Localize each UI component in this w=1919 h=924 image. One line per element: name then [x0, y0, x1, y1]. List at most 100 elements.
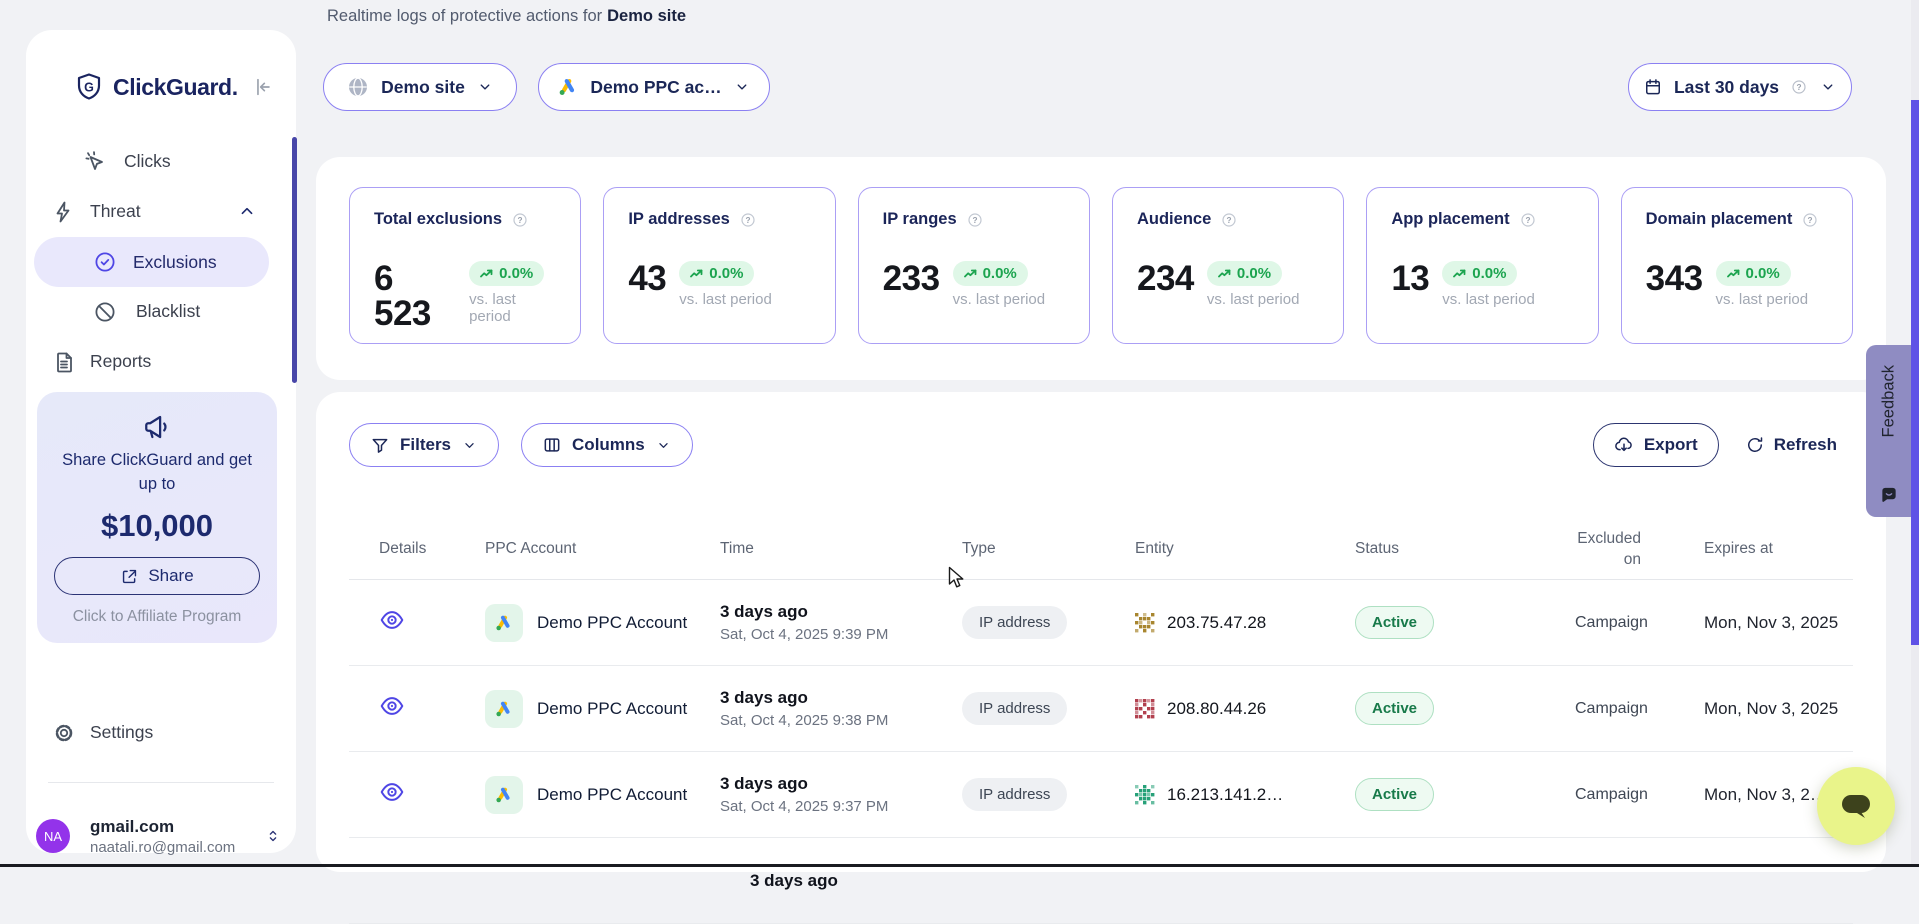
mouse-cursor: [948, 566, 970, 590]
collapse-sidebar-icon[interactable]: [252, 76, 274, 98]
sidebar-item-label: Blacklist: [136, 301, 200, 322]
affiliate-promo-card[interactable]: Share ClickGuard and get up to $10,000 S…: [37, 392, 277, 643]
col-header-expires-at: Expires at: [1641, 539, 1853, 560]
stat-value: 343: [1646, 261, 1703, 296]
sidebar-item-label: Clicks: [124, 151, 171, 172]
refresh-button[interactable]: Refresh: [1745, 423, 1837, 467]
clickguard-shield-icon: G: [74, 72, 104, 102]
time-relative: 3 days ago: [720, 774, 962, 794]
brand-name: ClickGuard.: [113, 74, 238, 101]
account-switcher[interactable]: NA gmail.com naatali.ro@gmail.com: [36, 808, 282, 864]
chevron-down-icon: [733, 78, 751, 96]
help-icon[interactable]: ?: [1801, 211, 1819, 229]
stat-value: 13: [1391, 261, 1429, 296]
feedback-tab[interactable]: Feedback: [1866, 345, 1911, 517]
sidebar-item-reports[interactable]: Reports: [26, 337, 296, 387]
sidebar-item-threat[interactable]: Threat: [26, 187, 296, 237]
chevron-down-icon: [1819, 78, 1837, 96]
chat-launcher-button[interactable]: [1817, 767, 1895, 845]
eye-icon[interactable]: [379, 693, 405, 719]
eye-icon[interactable]: [379, 607, 405, 633]
filters-button[interactable]: Filters: [349, 423, 499, 467]
columns-icon: [542, 435, 562, 455]
ppc-account-selector[interactable]: Demo PPC ac…: [538, 63, 770, 111]
stat-sub: vs. last period: [469, 291, 558, 325]
col-header-status: Status: [1355, 539, 1575, 560]
sidebar-item-clicks[interactable]: Clicks: [26, 137, 296, 187]
table-row[interactable]: Demo PPC Account 3 days ago Sat, Oct 4, …: [349, 666, 1853, 752]
delta-badge: 0.0%: [953, 261, 1028, 286]
table-header: Details PPC Account Time Type Entity Sta…: [349, 520, 1853, 580]
affiliate-link[interactable]: Click to Affiliate Program: [37, 608, 277, 626]
sidebar-scrollbar[interactable]: [292, 137, 297, 383]
refresh-label: Refresh: [1774, 435, 1837, 455]
share-button[interactable]: Share: [54, 557, 260, 595]
col-header-time: Time: [720, 539, 962, 560]
delta-badge: 0.0%: [1207, 261, 1282, 286]
svg-text:?: ?: [1227, 216, 1232, 225]
account-email: naatali.ro@gmail.com: [90, 839, 264, 856]
time-relative: 3 days ago: [750, 871, 962, 891]
sidebar-item-exclusions[interactable]: Exclusions: [34, 237, 269, 287]
stat-sub: vs. last period: [1207, 291, 1300, 308]
up-down-icon: [264, 826, 282, 846]
site-name: Demo site: [607, 7, 686, 25]
stat-title: Domain placement: [1646, 210, 1793, 229]
sidebar-item-label: Exclusions: [133, 252, 217, 273]
export-button[interactable]: Export: [1593, 423, 1719, 467]
excluded-on-value: Campaign: [1575, 614, 1641, 632]
ppc-selector-value: Demo PPC ac…: [590, 77, 721, 98]
date-range-selector[interactable]: Last 30 days ?: [1628, 63, 1852, 111]
gear-icon: [52, 721, 76, 745]
stat-card-total-exclusions: Total exclusions ? 6 523 0.0% vs. last p…: [349, 187, 581, 344]
stat-value: 233: [883, 261, 940, 296]
help-icon[interactable]: ?: [739, 211, 757, 229]
page-scrollbar-thumb[interactable]: [1911, 100, 1919, 645]
trend-up-icon: [964, 269, 977, 278]
status-badge: Active: [1355, 692, 1434, 725]
google-ads-icon: [485, 776, 523, 814]
identicon: [1135, 699, 1155, 719]
sidebar-item-settings[interactable]: Settings: [26, 708, 296, 758]
svg-text:?: ?: [745, 216, 750, 225]
time-absolute: Sat, Oct 4, 2025 9:39 PM: [720, 626, 962, 643]
entity-value: 16.213.141.2…: [1167, 785, 1283, 805]
stat-card-app-placement: App placement ? 13 0.0% vs. last period: [1366, 187, 1598, 344]
entity-value: 203.75.47.28: [1167, 613, 1266, 633]
type-badge: IP address: [962, 606, 1067, 639]
trend-up-icon: [690, 269, 703, 278]
help-icon[interactable]: ?: [1519, 211, 1537, 229]
filter-icon: [370, 435, 390, 455]
expires-at-value: Mon, Nov 3, 2025: [1641, 613, 1853, 633]
stat-card-audience: Audience ? 234 0.0% vs. last period: [1112, 187, 1344, 344]
chevron-up-icon[interactable]: [236, 200, 258, 222]
delta-badge: 0.0%: [1442, 261, 1517, 286]
site-selector[interactable]: Demo site: [323, 63, 517, 111]
stat-title: App placement: [1391, 210, 1509, 229]
svg-text:?: ?: [1808, 216, 1813, 225]
table-row[interactable]: Demo PPC Account 3 days ago Sat, Oct 4, …: [349, 580, 1853, 666]
table-row[interactable]: Demo PPC Account 3 days ago Sat, Oct 4, …: [349, 752, 1853, 838]
chevron-down-icon: [655, 437, 672, 454]
col-header-entity: Entity: [1135, 539, 1355, 560]
sidebar-item-blacklist[interactable]: Blacklist: [26, 287, 296, 337]
eye-icon[interactable]: [379, 779, 405, 805]
stat-title: IP addresses: [628, 210, 730, 229]
ban-icon: [93, 300, 117, 324]
stat-title: Audience: [1137, 210, 1211, 229]
ppc-account-name: Demo PPC Account: [537, 613, 687, 633]
help-icon[interactable]: ?: [1220, 211, 1238, 229]
table-row[interactable]: 3 days ago: [349, 838, 1853, 924]
chevron-down-icon: [476, 78, 494, 96]
divider: [48, 782, 274, 783]
stat-sub: vs. last period: [953, 291, 1046, 308]
identicon: [1135, 613, 1155, 633]
columns-button[interactable]: Columns: [521, 423, 693, 467]
cloud-download-icon: [1614, 435, 1634, 455]
sidebar-item-label: Threat: [90, 201, 141, 222]
stat-card-ip-addresses: IP addresses ? 43 0.0% vs. last period: [603, 187, 835, 344]
calendar-icon: [1643, 77, 1663, 97]
time-absolute: Sat, Oct 4, 2025 9:37 PM: [720, 798, 962, 815]
help-icon[interactable]: ?: [966, 211, 984, 229]
help-icon[interactable]: ?: [511, 211, 529, 229]
